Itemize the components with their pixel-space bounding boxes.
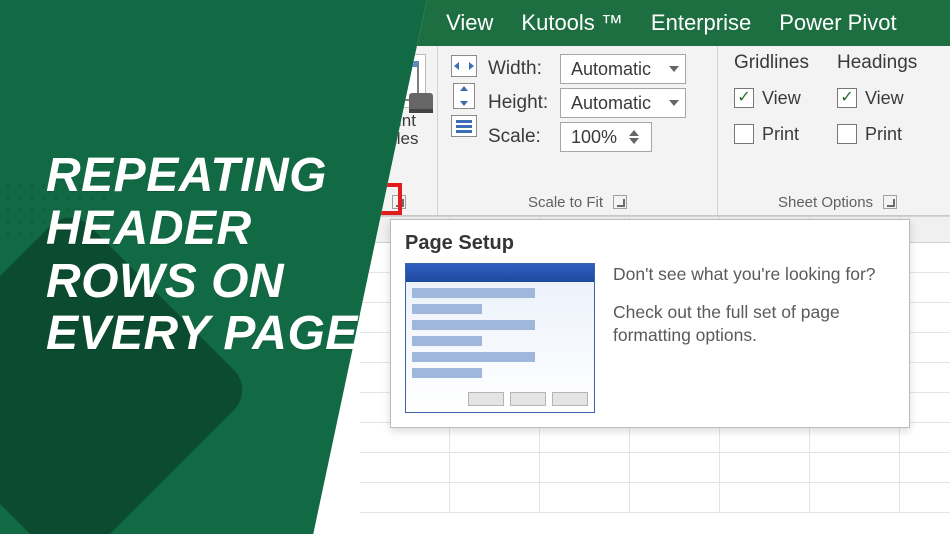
height-value: Automatic <box>571 93 651 114</box>
page-setup-tooltip: Page Setup Don't see what you're looking… <box>390 219 910 428</box>
thumbnail-canvas: REPEATING HEADER ROWS ON EVERY PAGE ew V… <box>0 0 950 534</box>
checkbox-checked-icon <box>837 88 857 108</box>
sheet-options-group-label: Sheet Options <box>778 194 873 211</box>
tab-power-pivot[interactable]: Power Pivot <box>779 10 896 36</box>
chevron-down-icon <box>669 66 679 72</box>
headings-heading: Headings <box>837 52 917 74</box>
title-line: HEADER <box>46 203 358 256</box>
tab-kutools[interactable]: Kutools ™ <box>521 10 623 36</box>
gridlines-heading: Gridlines <box>734 52 809 74</box>
tooltip-preview-image <box>405 263 595 413</box>
print-titles-button[interactable]: Print Titles <box>370 52 427 148</box>
worksheet-area: F <box>360 216 950 526</box>
gridlines-print-checkbox[interactable]: Print <box>734 118 799 150</box>
gridlines-view-checkbox[interactable]: View <box>734 82 801 114</box>
checkbox-icon <box>734 124 754 144</box>
tab-review[interactable]: ew <box>390 10 418 36</box>
tooltip-heading: Page Setup <box>405 232 895 255</box>
ribbon-body: Print Titles <box>360 46 950 216</box>
sheet-options-dialog-launcher[interactable] <box>883 195 897 209</box>
checkbox-checked-icon <box>734 88 754 108</box>
height-dropdown[interactable]: Automatic <box>560 88 686 118</box>
title-line: EVERY PAGE <box>46 308 358 361</box>
width-value: Automatic <box>571 59 651 80</box>
scale-spinner[interactable]: 100% <box>560 122 652 152</box>
print-titles-label-2: Titles <box>379 129 419 148</box>
scale-to-fit-group-label: Scale to Fit <box>528 194 603 211</box>
spin-up-icon <box>629 130 639 136</box>
chevron-down-icon <box>669 100 679 106</box>
width-dropdown[interactable]: Automatic <box>560 54 686 84</box>
excel-screenshot-panel: ew View Kutools ™ Enterprise Power Pivot… <box>313 0 950 534</box>
scale-icon <box>451 115 477 137</box>
scale-label: Scale: <box>488 126 554 148</box>
print-titles-icon <box>372 54 426 108</box>
checkbox-icon <box>837 124 857 144</box>
width-label: Width: <box>488 58 554 80</box>
ribbon-tabs: ew View Kutools ™ Enterprise Power Pivot <box>360 0 950 46</box>
page-setup-dialog-launcher[interactable] <box>392 195 406 209</box>
print-titles-label-1: Print <box>381 111 416 130</box>
tab-enterprise[interactable]: Enterprise <box>651 10 751 36</box>
scale-value: 100% <box>571 127 617 148</box>
tooltip-line-1: Don't see what you're looking for? <box>613 263 895 287</box>
headings-view-checkbox[interactable]: View <box>837 82 904 114</box>
scale-to-fit-dialog-launcher[interactable] <box>613 195 627 209</box>
title-line: REPEATING <box>46 150 358 203</box>
width-icon <box>451 55 477 77</box>
title-text: REPEATING HEADER ROWS ON EVERY PAGE <box>46 150 358 361</box>
headings-print-checkbox[interactable]: Print <box>837 118 902 150</box>
height-icon <box>453 83 475 109</box>
tab-view[interactable]: View <box>446 10 493 36</box>
spin-down-icon <box>629 138 639 144</box>
title-line: ROWS ON <box>46 256 358 309</box>
tooltip-line-2: Check out the full set of page formattin… <box>613 301 895 348</box>
height-label: Height: <box>488 92 554 114</box>
